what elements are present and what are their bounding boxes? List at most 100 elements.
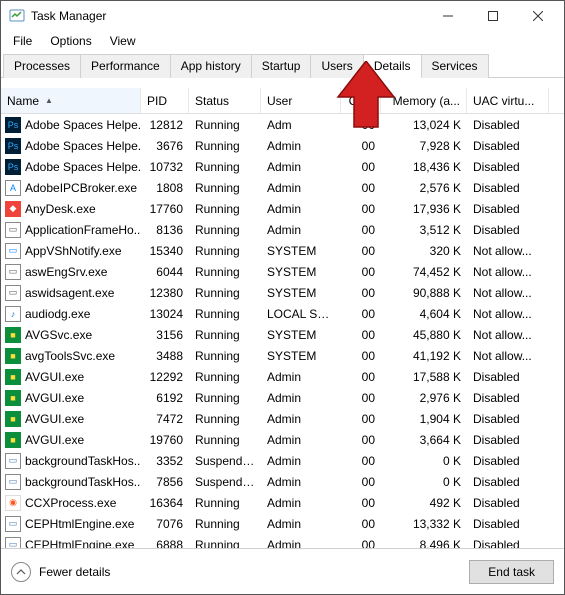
process-memory: 0 K [381, 475, 467, 489]
process-status: Running [189, 160, 261, 174]
menu-options[interactable]: Options [42, 32, 99, 50]
table-row[interactable]: PsAdobe Spaces Helpe...3676RunningAdmin0… [1, 135, 564, 156]
process-memory: 7,928 K [381, 139, 467, 153]
table-row[interactable]: ▭ApplicationFrameHo...8136RunningAdmin00… [1, 219, 564, 240]
table-row[interactable]: PsAdobe Spaces Helpe...12812RunningAdm00… [1, 114, 564, 135]
table-row[interactable]: ▭backgroundTaskHos...3352SuspendedAdmin0… [1, 450, 564, 471]
tab-startup[interactable]: Startup [251, 54, 312, 78]
table-row[interactable]: ■AVGUI.exe6192RunningAdmin002,976 KDisab… [1, 387, 564, 408]
column-memory[interactable]: Memory (a... [381, 88, 467, 113]
table-row[interactable]: ▭CEPHtmlEngine.exe7076RunningAdmin0013,3… [1, 513, 564, 534]
table-row[interactable]: ♪audiodg.exe13024RunningLOCAL SE...004,6… [1, 303, 564, 324]
process-memory: 492 K [381, 496, 467, 510]
process-user: Adm [261, 118, 341, 132]
process-name: AVGUI.exe [25, 370, 84, 384]
table-row[interactable]: ▭aswidsagent.exe12380RunningSYSTEM0090,8… [1, 282, 564, 303]
column-user[interactable]: User [261, 88, 341, 113]
table-row[interactable]: ◉CCXProcess.exe16364RunningAdmin00492 KD… [1, 492, 564, 513]
process-status: Suspended [189, 475, 261, 489]
process-name: backgroundTaskHos... [25, 475, 141, 489]
process-list[interactable]: PsAdobe Spaces Helpe...12812RunningAdm00… [1, 114, 564, 568]
process-memory: 2,576 K [381, 181, 467, 195]
process-pid: 6192 [141, 391, 189, 405]
process-memory: 41,192 K [381, 349, 467, 363]
process-pid: 8136 [141, 223, 189, 237]
process-name: aswEngSrv.exe [25, 265, 107, 279]
process-icon: Ps [5, 117, 21, 133]
end-task-button[interactable]: End task [469, 560, 554, 584]
column-name[interactable]: Name ▲ [1, 88, 141, 113]
menu-view[interactable]: View [102, 32, 144, 50]
process-icon: Ps [5, 159, 21, 175]
process-memory: 4,604 K [381, 307, 467, 321]
table-row[interactable]: ▭backgroundTaskHos...7856SuspendedAdmin0… [1, 471, 564, 492]
tab-processes[interactable]: Processes [3, 54, 81, 78]
menu-file[interactable]: File [5, 32, 40, 50]
process-user: SYSTEM [261, 349, 341, 363]
maximize-button[interactable] [470, 1, 515, 31]
process-uac: Disabled [467, 160, 549, 174]
process-memory: 2,976 K [381, 391, 467, 405]
process-status: Running [189, 412, 261, 426]
process-status: Running [189, 223, 261, 237]
table-row[interactable]: ■AVGUI.exe12292RunningAdmin0017,588 KDis… [1, 366, 564, 387]
process-user: Admin [261, 160, 341, 174]
process-cpu: 00 [341, 181, 381, 195]
column-pid[interactable]: PID [141, 88, 189, 113]
tab-services[interactable]: Services [421, 54, 489, 78]
process-status: Running [189, 433, 261, 447]
process-pid: 12812 [141, 118, 189, 132]
tab-performance[interactable]: Performance [80, 54, 171, 78]
process-memory: 45,880 K [381, 328, 467, 342]
table-row[interactable]: ◆AnyDesk.exe17760RunningAdmin0017,936 KD… [1, 198, 564, 219]
process-user: LOCAL SE... [261, 307, 341, 321]
table-row[interactable]: ▭aswEngSrv.exe6044RunningSYSTEM0074,452 … [1, 261, 564, 282]
process-cpu: 00 [341, 517, 381, 531]
process-pid: 12380 [141, 286, 189, 300]
table-row[interactable]: AAdobeIPCBroker.exe1808RunningAdmin002,5… [1, 177, 564, 198]
process-user: Admin [261, 223, 341, 237]
process-memory: 3,664 K [381, 433, 467, 447]
process-uac: Disabled [467, 496, 549, 510]
process-uac: Disabled [467, 433, 549, 447]
process-cpu: 00 [341, 496, 381, 510]
tab-app-history[interactable]: App history [170, 54, 252, 78]
minimize-button[interactable] [425, 1, 470, 31]
table-row[interactable]: PsAdobe Spaces Helpe...10732RunningAdmin… [1, 156, 564, 177]
process-status: Running [189, 286, 261, 300]
process-cpu: 00 [341, 202, 381, 216]
process-memory: 1,904 K [381, 412, 467, 426]
process-cpu: 00 [341, 454, 381, 468]
process-user: Admin [261, 370, 341, 384]
fewer-details-button[interactable]: Fewer details [11, 562, 110, 582]
tab-users[interactable]: Users [310, 54, 363, 78]
process-cpu: 00 [341, 244, 381, 258]
column-uac[interactable]: UAC virtu... [467, 88, 549, 113]
process-name: avgToolsSvc.exe [25, 349, 115, 363]
process-cpu: 00 [341, 349, 381, 363]
process-uac: Not allow... [467, 286, 549, 300]
window-title: Task Manager [31, 9, 425, 23]
menu-bar: File Options View [1, 31, 564, 51]
close-button[interactable] [515, 1, 560, 31]
process-memory: 13,024 K [381, 118, 467, 132]
process-user: SYSTEM [261, 244, 341, 258]
process-memory: 74,452 K [381, 265, 467, 279]
process-cpu: 00 [341, 412, 381, 426]
table-row[interactable]: ■AVGUI.exe7472RunningAdmin001,904 KDisab… [1, 408, 564, 429]
table-row[interactable]: ■AVGSvc.exe3156RunningSYSTEM0045,880 KNo… [1, 324, 564, 345]
process-user: Admin [261, 202, 341, 216]
process-name: CCXProcess.exe [25, 496, 116, 510]
process-pid: 15340 [141, 244, 189, 258]
process-cpu: 00 [341, 265, 381, 279]
column-cpu[interactable]: CPU [341, 88, 381, 113]
process-uac: Disabled [467, 202, 549, 216]
column-status[interactable]: Status [189, 88, 261, 113]
tab-details[interactable]: Details [363, 54, 422, 78]
process-uac: Not allow... [467, 328, 549, 342]
process-cpu: 00 [341, 433, 381, 447]
table-row[interactable]: ■AVGUI.exe19760RunningAdmin003,664 KDisa… [1, 429, 564, 450]
process-cpu: 00 [341, 139, 381, 153]
table-row[interactable]: ▭AppVShNotify.exe15340RunningSYSTEM00320… [1, 240, 564, 261]
table-row[interactable]: ■avgToolsSvc.exe3488RunningSYSTEM0041,19… [1, 345, 564, 366]
